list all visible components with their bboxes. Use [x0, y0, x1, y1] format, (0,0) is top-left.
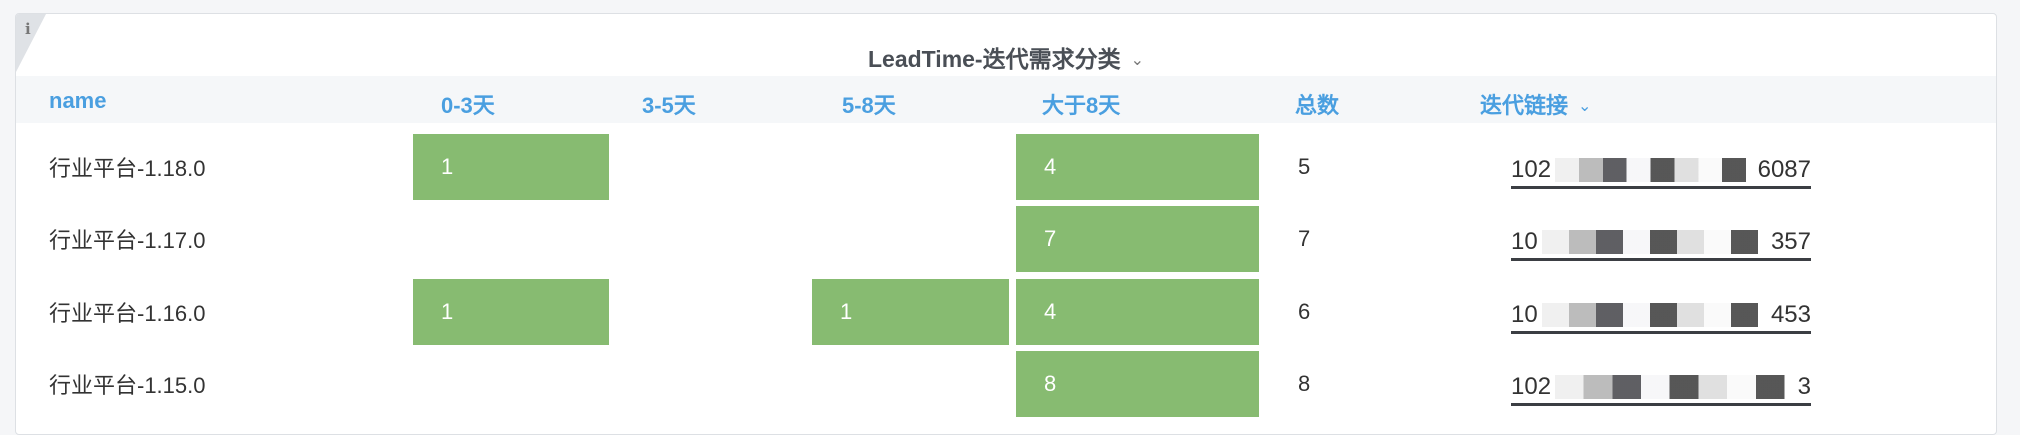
column-header-total[interactable]: 总数: [1295, 88, 1339, 120]
column-header-link-label: 迭代链接: [1480, 93, 1569, 118]
link-suffix: 3: [1797, 373, 1811, 400]
bar-d8[interactable]: 4: [1016, 279, 1259, 345]
column-header-5-8[interactable]: 5-8天: [842, 88, 896, 120]
cell-name: 行业平台-1.15.0: [49, 373, 206, 398]
bar-d8[interactable]: 7: [1016, 206, 1259, 272]
bar-d0_3[interactable]: 1: [413, 279, 609, 345]
bar-d0_3[interactable]: 1: [413, 134, 609, 200]
column-header-over-8[interactable]: 大于8天: [1042, 88, 1120, 120]
iteration-link[interactable]: 102 3: [1511, 373, 1811, 406]
iteration-link[interactable]: 102 6087: [1511, 156, 1811, 189]
table-row: 行业平台-1.18.0 1 4 5 102 6087: [16, 132, 1996, 202]
column-header-3-5[interactable]: 3-5天: [642, 88, 696, 120]
column-header-0-3[interactable]: 0-3天: [441, 88, 495, 120]
redaction-mosaic: [1541, 230, 1767, 254]
link-prefix: 10: [1511, 301, 1538, 328]
table-row: 行业平台-1.15.0 8 8 102 3: [16, 349, 1996, 419]
chevron-down-icon[interactable]: ⌄: [1131, 50, 1144, 70]
redaction-mosaic: [1555, 375, 1794, 399]
redaction-mosaic: [1555, 158, 1754, 182]
panel-title[interactable]: LeadTime-迭代需求分类 ⌄: [16, 40, 1996, 74]
iteration-link[interactable]: 10 453: [1511, 301, 1811, 334]
cell-total: 5: [1298, 154, 1311, 179]
bar-d5_8[interactable]: 1: [812, 279, 1009, 345]
chevron-down-icon[interactable]: ⌄: [1578, 96, 1591, 116]
cell-name: 行业平台-1.18.0: [49, 156, 206, 181]
link-prefix: 102: [1511, 156, 1552, 183]
info-icon[interactable]: i: [25, 20, 31, 38]
column-header-name[interactable]: name: [49, 88, 106, 114]
panel-title-text: LeadTime-迭代需求分类: [867, 46, 1121, 72]
bar-d8[interactable]: 8: [1016, 351, 1259, 417]
redaction-mosaic: [1541, 303, 1767, 327]
link-suffix: 6087: [1757, 156, 1811, 183]
bar-d8[interactable]: 4: [1016, 134, 1259, 200]
link-suffix: 453: [1770, 301, 1811, 328]
cell-total: 8: [1298, 371, 1311, 396]
table-row: 行业平台-1.17.0 7 7 10 357: [16, 204, 1996, 274]
table-header: name 0-3天 3-5天 5-8天 大于8天 总数 迭代链接 ⌄: [16, 76, 1996, 123]
cell-name: 行业平台-1.17.0: [49, 228, 206, 253]
link-prefix: 102: [1511, 373, 1552, 400]
leadtime-panel: i LeadTime-迭代需求分类 ⌄ name 0-3天 3-5天 5-8天 大…: [15, 13, 1997, 435]
link-suffix: 357: [1770, 228, 1811, 255]
cell-total: 7: [1298, 226, 1311, 251]
column-header-link[interactable]: 迭代链接 ⌄: [1480, 88, 1591, 120]
table-row: 行业平台-1.16.0 1 1 4 6 10 453: [16, 277, 1996, 347]
cell-total: 6: [1298, 299, 1311, 324]
iteration-link[interactable]: 10 357: [1511, 228, 1811, 261]
cell-name: 行业平台-1.16.0: [49, 301, 206, 326]
link-prefix: 10: [1511, 228, 1538, 255]
